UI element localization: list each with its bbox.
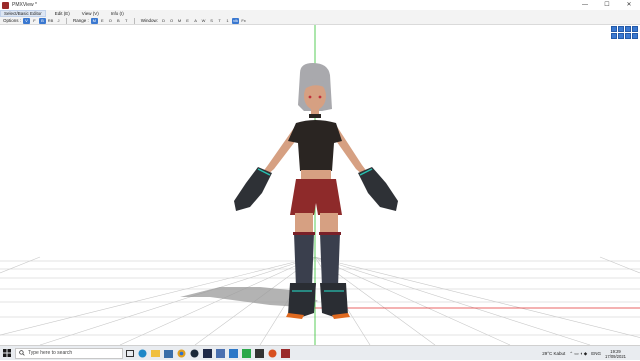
pmxview-window: PMXView * — ☐ ✕ Select/Basic Editor Edit… — [0, 0, 640, 345]
midriff — [301, 170, 331, 180]
character-model[interactable] — [234, 63, 398, 319]
right-stocking — [320, 233, 340, 287]
view-bottom-button[interactable] — [618, 33, 624, 39]
fx-button[interactable]: Fx — [240, 18, 247, 24]
view-reset-button[interactable] — [625, 33, 631, 39]
left-boot — [288, 283, 316, 317]
right-stocking-band — [319, 232, 341, 235]
start-button[interactable] — [0, 346, 14, 361]
task-view-icon[interactable] — [123, 347, 136, 360]
view-camera-button[interactable] — [632, 33, 638, 39]
eye-left — [308, 95, 312, 99]
window-a-button[interactable]: A — [192, 18, 199, 24]
range-o-button[interactable]: O — [107, 18, 114, 24]
taskbar-search-input[interactable]: Type here to search — [15, 347, 123, 359]
grid-line — [599, 256, 640, 274]
tray-icons[interactable]: ⌃ ▭ ◖ ◆ — [569, 351, 587, 357]
shorts — [290, 179, 342, 215]
steam-icon[interactable] — [188, 347, 201, 360]
vik-button[interactable]: vik — [232, 17, 240, 24]
view-back-button[interactable] — [618, 26, 624, 32]
store-icon[interactable] — [162, 347, 175, 360]
close-button[interactable]: ✕ — [618, 0, 640, 10]
menu-info[interactable]: Info (I) — [108, 11, 127, 16]
toolbar-separator — [66, 17, 68, 24]
window-m-button[interactable]: M — [176, 18, 183, 24]
option-rb-button[interactable]: RB — [47, 18, 54, 24]
grid-line — [314, 256, 591, 345]
window-o-button[interactable]: O — [168, 18, 175, 24]
window-w-button[interactable]: W — [200, 18, 207, 24]
minimize-button[interactable]: — — [574, 0, 596, 10]
chrome-icon[interactable] — [175, 347, 188, 360]
view-controls — [611, 26, 638, 39]
window-label: Window: — [140, 18, 159, 23]
3d-viewport[interactable] — [0, 25, 640, 345]
taskbar: Type here to search 29°C Kabut ⌃ ▭ ◖ ◆ E… — [0, 345, 640, 360]
range-label: Range : — [73, 18, 89, 23]
toolbar: Options : V F B RB J Range : M E O B T W… — [0, 17, 640, 25]
search-icon — [19, 350, 25, 356]
view-top-button[interactable] — [611, 33, 617, 39]
window-e-button[interactable]: E — [184, 18, 191, 24]
options-label: Options : — [3, 18, 22, 23]
window-controls: — ☐ ✕ — [574, 0, 640, 10]
crop-top — [288, 120, 342, 171]
pmxview-taskbar-icon[interactable] — [279, 347, 292, 360]
edge-icon[interactable] — [136, 347, 149, 360]
left-stocking — [294, 233, 314, 287]
window-title: PMXView * — [12, 2, 37, 8]
file-explorer-icon[interactable] — [149, 347, 162, 360]
option-b-button[interactable]: B — [39, 17, 47, 24]
option-f-button[interactable]: F — [31, 18, 38, 24]
grid-line — [314, 256, 640, 338]
option-j-button[interactable]: J — [55, 18, 62, 24]
app-blue-icon[interactable] — [227, 347, 240, 360]
language-indicator[interactable]: ENG — [591, 351, 601, 356]
grid-line — [0, 256, 41, 274]
menu-edit[interactable]: Edit (E) — [52, 11, 73, 16]
app-dark-icon[interactable] — [253, 347, 266, 360]
range-e-button[interactable]: E — [99, 18, 106, 24]
option-v-button[interactable]: V — [23, 17, 31, 24]
weather-widget[interactable]: 29°C Kabut — [542, 351, 565, 356]
vscode-icon[interactable] — [201, 347, 214, 360]
window-s-button[interactable]: S — [208, 18, 215, 24]
system-tray: 29°C Kabut ⌃ ▭ ◖ ◆ ENG 19:29 17/09/2021 — [542, 346, 640, 361]
search-placeholder: Type here to search — [28, 350, 73, 356]
clock[interactable]: 19:29 17/09/2021 — [605, 349, 626, 359]
range-t-button[interactable]: T — [123, 18, 130, 24]
floor-grid — [0, 256, 640, 345]
view-front-button[interactable] — [611, 26, 617, 32]
view-left-button[interactable] — [625, 26, 631, 32]
window-t-button[interactable]: T — [216, 18, 223, 24]
maximize-button[interactable]: ☐ — [596, 0, 618, 10]
app-icon — [2, 1, 9, 9]
app-photos-icon[interactable] — [214, 347, 227, 360]
eye-right — [318, 95, 322, 99]
right-boot — [320, 283, 348, 317]
menu-select-basic-editor[interactable]: Select/Basic Editor — [0, 10, 46, 17]
range-m-button[interactable]: M — [90, 17, 98, 24]
windows-logo-icon — [3, 349, 11, 357]
right-thigh — [320, 213, 338, 235]
window-1-button[interactable]: 1 — [224, 18, 231, 24]
title-bar: PMXView * — ☐ ✕ — [0, 0, 640, 10]
menu-bar: Select/Basic Editor Edit (E) View (V) In… — [0, 10, 640, 17]
toolbar-separator — [133, 17, 135, 24]
choker — [309, 114, 321, 118]
app-orange-icon[interactable] — [266, 347, 279, 360]
left-stocking-band — [293, 232, 315, 235]
left-thigh — [295, 213, 313, 235]
viewport-canvas — [0, 25, 640, 345]
menu-view[interactable]: View (V) — [79, 11, 102, 16]
clock-date: 17/09/2021 — [605, 353, 626, 359]
view-right-button[interactable] — [632, 26, 638, 32]
app-green-icon[interactable] — [240, 347, 253, 360]
range-b-button[interactable]: B — [115, 18, 122, 24]
window-d-button[interactable]: D — [160, 18, 167, 24]
